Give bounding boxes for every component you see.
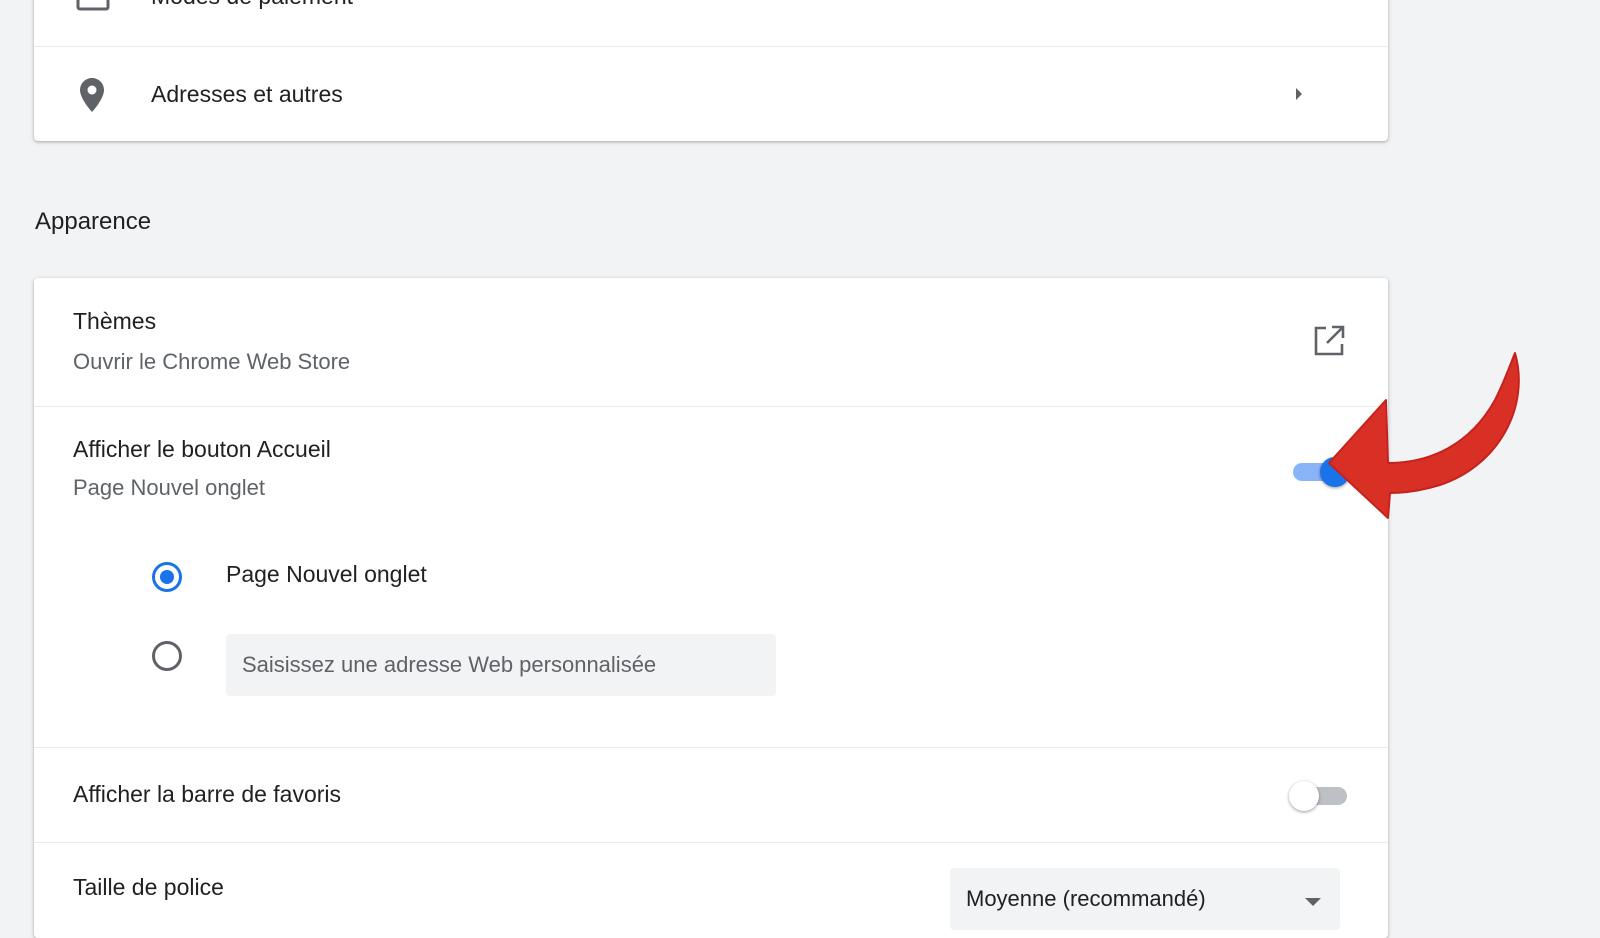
caret-down-icon bbox=[1304, 894, 1322, 912]
themes-row[interactable]: Thèmes Ouvrir le Chrome Web Store bbox=[34, 278, 1388, 406]
home-button-sublabel: Page Nouvel onglet bbox=[73, 475, 266, 500]
custom-address-radio[interactable] bbox=[150, 639, 182, 671]
annotation-arrow-icon bbox=[1320, 345, 1530, 535]
addresses-label: Adresses et autres bbox=[151, 81, 343, 107]
bookmarks-bar-row[interactable]: Afficher la barre de favoris bbox=[34, 748, 1388, 842]
themes-sublabel: Ouvrir le Chrome Web Store bbox=[73, 349, 351, 374]
payment-methods-row[interactable]: Modes de paiement bbox=[34, 0, 1388, 46]
chevron-right-icon bbox=[1294, 87, 1304, 106]
font-size-label: Taille de police bbox=[73, 874, 224, 900]
bookmarks-bar-label: Afficher la barre de favoris bbox=[73, 781, 342, 807]
bookmarks-bar-toggle[interactable] bbox=[1289, 775, 1351, 815]
new-tab-page-radio-label[interactable]: Page Nouvel onglet bbox=[226, 561, 427, 588]
themes-label: Thèmes bbox=[73, 308, 157, 334]
custom-address-input[interactable] bbox=[226, 634, 776, 696]
credit-card-icon bbox=[76, 0, 110, 18]
autofill-card: Modes de paiement Adresses et autres bbox=[34, 0, 1388, 141]
appearance-card: Thèmes Ouvrir le Chrome Web Store Affich… bbox=[34, 278, 1388, 938]
chevron-right-icon bbox=[1294, 0, 1304, 5]
addresses-row[interactable]: Adresses et autres bbox=[34, 47, 1388, 141]
new-tab-page-radio[interactable] bbox=[150, 560, 182, 592]
payment-methods-label: Modes de paiement bbox=[151, 0, 353, 10]
font-size-select[interactable]: Moyenne (recommandé) bbox=[950, 868, 1340, 930]
appearance-section-title: Apparence bbox=[35, 208, 152, 235]
font-size-selected-value: Moyenne (recommandé) bbox=[966, 886, 1206, 911]
location-pin-icon bbox=[79, 77, 105, 118]
toggle-knob bbox=[1289, 781, 1319, 811]
home-button-label: Afficher le bouton Accueil bbox=[73, 436, 331, 462]
